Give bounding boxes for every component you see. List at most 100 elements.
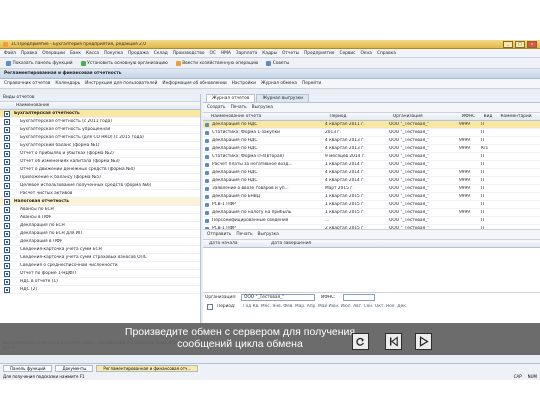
report-checkbox[interactable]	[4, 246, 10, 253]
org-select[interactable]: ООО "_Тестовая_"	[241, 294, 315, 301]
play-button[interactable]	[415, 333, 432, 350]
report-checkbox[interactable]	[4, 254, 10, 261]
table-row[interactable]: Декларация по НДС 4 квартал 2014 г. ООО "_…	[203, 169, 540, 177]
set-org-button[interactable]: Установить основную организацию	[79, 60, 170, 66]
report-checkbox[interactable]	[4, 214, 10, 221]
report-checkbox[interactable]	[4, 142, 10, 149]
table-row[interactable]: Статистика: Форма 1-закупки 2013 г. ООО "_…	[203, 129, 540, 137]
menu-operations[interactable]: Операции	[42, 51, 65, 56]
table-row[interactable]: Декларация по НДС 4 квартал 2013 г. ООО "_…	[203, 145, 540, 153]
show-panel-button[interactable]: Показать панель функций	[4, 60, 75, 66]
tree-item[interactable]: Декларация по ЕСН	[0, 222, 200, 230]
menu-windows[interactable]: Окна	[361, 51, 372, 56]
report-checkbox[interactable]	[4, 222, 10, 229]
update-info-button[interactable]: Информация об обновлении	[162, 81, 226, 86]
tree-item[interactable]: Приложение к балансу (форма №5)	[0, 174, 200, 182]
table-row[interactable]: Декларация по ЕНВД 1 квартал 2015 г. ООО "…	[203, 193, 540, 201]
period-checkbox[interactable]	[207, 303, 213, 310]
tree-item[interactable]: Декларация в ПФР	[0, 238, 200, 246]
tree-group[interactable]: Бухгалтерская отчетность	[0, 110, 200, 118]
enter-operation-button[interactable]: Ввести хозяйственную операцию	[174, 60, 260, 66]
tree-item[interactable]: Бухгалтерская отчетность упрощенная	[0, 126, 200, 134]
ifns-field[interactable]	[343, 294, 375, 301]
upload-button[interactable]: Выгрузка	[252, 105, 273, 110]
table-row[interactable]: Декларация по НДС 4 квартал 2011 г. ООО "_…	[203, 121, 540, 129]
table-row[interactable]: Декларация по НДС 4 квартал 2014 г. ООО "_…	[203, 177, 540, 185]
menu-edit[interactable]: Правка	[21, 51, 37, 56]
tree-item[interactable]: Бухгалтерская отчетность (с 2011 года)	[0, 118, 200, 126]
tree-group[interactable]: Налоговая отчетность	[0, 198, 200, 206]
tree-item[interactable]: Отчет о прибылях и убытках (форма №2)	[0, 150, 200, 158]
go-to-button[interactable]: Перейти	[302, 81, 321, 86]
report-checkbox[interactable]	[4, 182, 10, 189]
menu-bank[interactable]: Банк	[70, 51, 81, 56]
menu-file[interactable]: Файл	[4, 51, 16, 56]
report-checkbox[interactable]	[4, 134, 10, 141]
close-button[interactable]: ×	[527, 40, 537, 48]
tree-item[interactable]: Целевое использование полученных средств…	[0, 182, 200, 190]
report-checkbox[interactable]	[4, 166, 10, 173]
tree-item[interactable]: Отчет о движении денежных средств (форма…	[0, 166, 200, 174]
report-checkbox[interactable]	[4, 158, 10, 165]
tree-item[interactable]: Отчет по форме 1-НДФЛ	[0, 270, 200, 278]
table-row[interactable]: Расчет платы за негативное возд... 1 квар…	[203, 161, 540, 169]
tips-button[interactable]: Советы	[264, 60, 291, 66]
menu-fixed-assets[interactable]: ОС	[210, 51, 216, 56]
report-checkbox[interactable]	[4, 174, 10, 181]
report-checkbox[interactable]	[4, 270, 10, 277]
report-checkbox[interactable]	[4, 262, 10, 269]
menu-help[interactable]: Справка	[377, 51, 396, 56]
taskbar-documents[interactable]: Документы	[55, 364, 94, 372]
col-end-date[interactable]: Дата завершения	[269, 241, 331, 246]
menu-purchase[interactable]: Покупка	[104, 51, 123, 56]
report-checkbox[interactable]	[4, 110, 10, 117]
report-checkbox[interactable]	[4, 150, 10, 157]
tab-report-journal[interactable]: Журнал отчетов	[206, 94, 256, 102]
print-exchange-button[interactable]: Печать	[236, 232, 252, 237]
report-checkbox[interactable]	[4, 286, 10, 293]
report-checkbox[interactable]	[4, 198, 10, 205]
tree-item[interactable]: Сведения-карточка учета сумм страховых в…	[0, 254, 200, 262]
send-button[interactable]: Отправить	[207, 232, 231, 237]
tree-item[interactable]: НДС (2)	[0, 286, 200, 294]
col-organization[interactable]: Организация	[391, 114, 460, 119]
menu-enterprise[interactable]: Предприятие	[304, 51, 334, 56]
report-catalog-button[interactable]: Справочник отчетов	[4, 81, 50, 86]
col-report-name[interactable]: Наименование отчета	[203, 114, 328, 119]
col-period[interactable]: Период	[328, 114, 391, 119]
tree-item[interactable]: НДС в отчете (1)	[0, 278, 200, 286]
tree-item[interactable]: Бухгалтерская отчетность (для СО НКО) (с…	[0, 134, 200, 142]
table-row[interactable]: Декларация по налогу на прибыль 1 квартал…	[203, 209, 540, 217]
table-row[interactable]: Заявление о ввозе товаров и уп... Март 20…	[203, 185, 540, 193]
tree-item[interactable]: Расчет чистых активов	[0, 190, 200, 198]
maximize-button[interactable]: □	[515, 40, 525, 48]
minimize-button[interactable]: _	[503, 40, 513, 48]
report-checkbox[interactable]	[4, 230, 10, 237]
tree-item[interactable]: Сведения-карточка учета сумм ЕСН	[0, 246, 200, 254]
settings-button[interactable]: Настройки	[232, 81, 256, 86]
report-checkbox[interactable]	[4, 118, 10, 125]
menu-reports[interactable]: Отчеты	[282, 51, 299, 56]
col-kind[interactable]: Вид	[482, 114, 499, 119]
table-row[interactable]: Декларация по НДС 4 квартал 2013 г. ООО "_…	[203, 137, 540, 145]
period-selector[interactable]: Год Кв. Мес. Янв. Фев. Мар. Апр. Май Июн…	[241, 304, 407, 309]
col-ifns[interactable]: ИФНС	[460, 114, 482, 119]
tree-item[interactable]: Отчет об изменениях капитала (форма №3)	[0, 158, 200, 166]
table-row[interactable]: Персонифицированные сведения... ООО "_Тес…	[203, 217, 540, 225]
menu-service[interactable]: Сервис	[339, 51, 355, 56]
table-row[interactable]: Статистика: Форма П-4(вторая) 9 месяцев 2…	[203, 153, 540, 161]
report-checkbox[interactable]	[4, 238, 10, 245]
tree-item[interactable]: Авансы по ЕСН	[0, 206, 200, 214]
tree-item[interactable]: Декларация по ЕСН для ИП	[0, 230, 200, 238]
menu-hr[interactable]: Кадры	[262, 51, 277, 56]
menu-cash[interactable]: Касса	[86, 51, 99, 56]
taskbar-reports-window[interactable]: Регламентированная и финансовая отч...	[96, 364, 199, 372]
first-step-button[interactable]	[385, 333, 402, 350]
menu-intangibles[interactable]: НМА	[221, 51, 231, 56]
report-checkbox[interactable]	[4, 206, 10, 213]
calendar-button[interactable]: Календарь	[55, 81, 80, 86]
menu-sales[interactable]: Продажа	[128, 51, 149, 56]
upload-exchange-button[interactable]: Выгрузка	[258, 232, 279, 237]
menu-warehouse[interactable]: Склад	[154, 51, 168, 56]
col-comment[interactable]: Комментарий	[498, 114, 540, 119]
